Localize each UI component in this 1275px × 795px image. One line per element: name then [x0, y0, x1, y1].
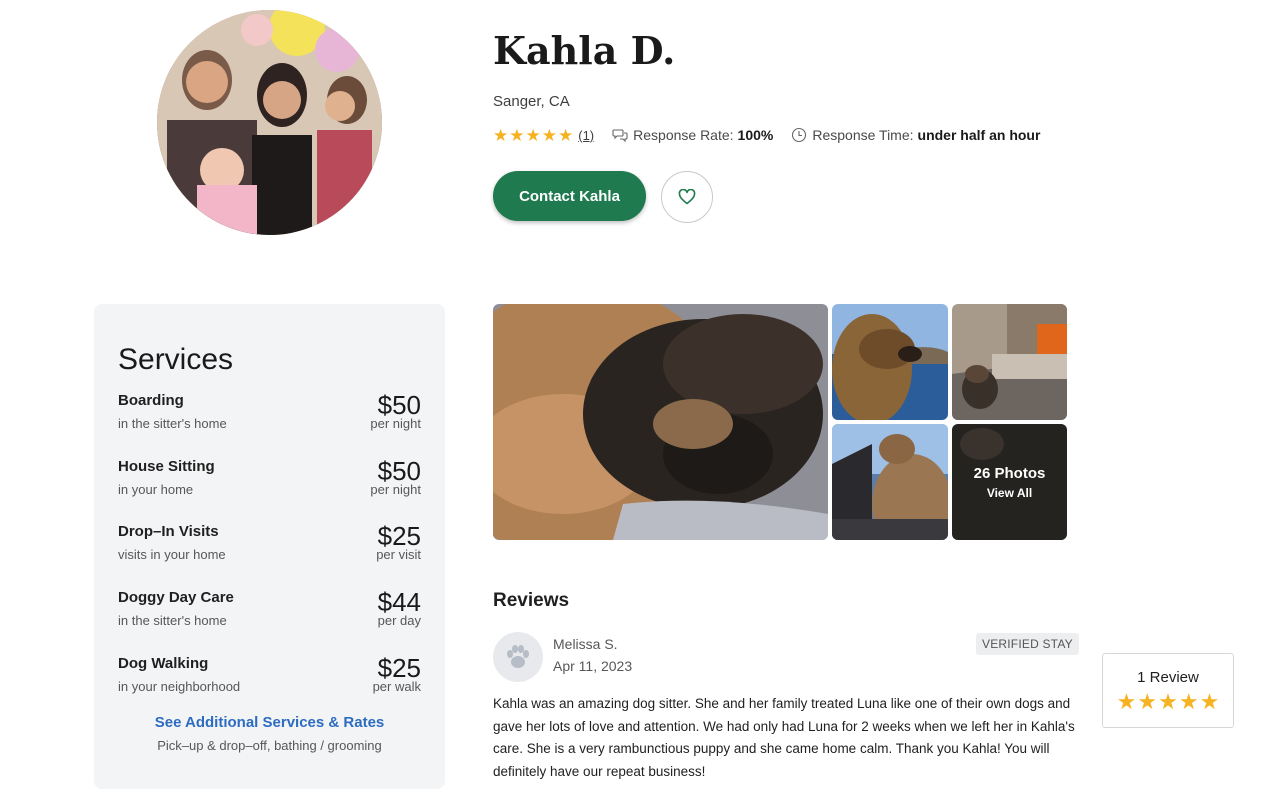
service-description: visits in your home	[118, 547, 226, 562]
review-count-link[interactable]: (1)	[578, 128, 594, 143]
sitter-name: Kahla D.	[493, 28, 676, 73]
dog-by-firepit-photo	[952, 304, 1067, 420]
service-description: in the sitter's home	[118, 613, 227, 628]
response-rate: Response Rate: 100%	[612, 127, 773, 143]
profile-avatar	[157, 10, 382, 235]
star-icon: ★	[1199, 688, 1220, 714]
service-unit: per walk	[372, 679, 421, 694]
reviews-title: Reviews	[493, 590, 570, 611]
service-description: in your neighborhood	[118, 679, 241, 694]
service-description: in your home	[118, 482, 194, 497]
rating-stars: ★ ★ ★ ★ ★	[493, 127, 573, 144]
review-summary-card[interactable]: 1 Review ★ ★ ★ ★ ★	[1102, 653, 1234, 728]
service-name: Doggy Day Care	[118, 589, 234, 606]
profile-meta-row: ★ ★ ★ ★ ★ (1) Response Rate: 100% Respon…	[493, 125, 1040, 145]
services-title: Services	[118, 343, 234, 376]
services-panel: Services Boarding in the sitter's home $…	[94, 304, 445, 789]
sleeping-dogs-photo	[493, 304, 828, 540]
star-icon: ★	[1178, 688, 1199, 714]
service-unit: per day	[377, 613, 421, 628]
gallery-photo-main[interactable]	[493, 304, 828, 540]
photos-count: 26 Photos	[973, 464, 1046, 482]
service-name: Boarding	[118, 392, 184, 409]
dog-in-car-photo	[832, 424, 948, 540]
clock-icon	[792, 127, 807, 143]
star-icon: ★	[1137, 688, 1158, 714]
contact-button[interactable]: Contact Kahla	[493, 171, 646, 221]
view-all-photos-tile[interactable]: 26 Photos View All	[952, 424, 1067, 540]
response-time-label: Response Time:	[812, 127, 914, 143]
gallery-photo-2[interactable]	[832, 304, 948, 420]
photos-overlay: 26 Photos View All	[952, 424, 1067, 540]
service-unit: per night	[370, 416, 421, 431]
star-icon: ★	[509, 125, 525, 145]
gallery-photo-3[interactable]	[952, 304, 1067, 420]
star-icon: ★	[558, 125, 574, 145]
additional-services-description: Pick–up & drop–off, bathing / grooming	[157, 738, 382, 753]
favorite-button[interactable]	[661, 171, 713, 223]
reviewer-avatar	[493, 632, 543, 682]
service-description: in the sitter's home	[118, 416, 227, 431]
paw-icon	[507, 645, 529, 668]
see-additional-services-link[interactable]: See Additional Services & Rates	[94, 714, 445, 731]
review-summary-count: 1 Review	[1137, 668, 1199, 686]
response-rate-label: Response Rate:	[633, 127, 734, 143]
service-name: Drop–In Visits	[118, 523, 219, 540]
gallery-photo-4[interactable]	[832, 424, 948, 540]
review-summary-stars: ★ ★ ★ ★ ★	[1116, 688, 1220, 714]
star-icon: ★	[541, 125, 557, 145]
star-icon: ★	[493, 125, 509, 145]
sitter-location: Sanger, CA	[493, 93, 570, 110]
response-time-value: under half an hour	[917, 127, 1041, 143]
response-time: Response Time: under half an hour	[791, 127, 1040, 143]
family-photo	[157, 10, 382, 235]
service-name: House Sitting	[118, 458, 215, 475]
reviewer-name: Melissa S.	[553, 636, 618, 652]
view-all-link[interactable]: View All	[987, 486, 1032, 500]
service-unit: per visit	[376, 547, 421, 562]
heart-icon	[678, 189, 696, 205]
star-icon: ★	[1116, 688, 1137, 714]
chat-bubbles-icon	[612, 129, 628, 142]
review-date: Apr 11, 2023	[553, 658, 633, 674]
verified-stay-badge: VERIFIED STAY	[976, 633, 1079, 655]
service-unit: per night	[370, 482, 421, 497]
star-icon: ★	[1158, 688, 1178, 714]
star-icon: ★	[525, 125, 541, 145]
response-rate-value: 100%	[737, 127, 774, 143]
service-name: Dog Walking	[118, 655, 209, 672]
review-text: Kahla was an amazing dog sitter. She and…	[493, 696, 1075, 780]
dog-at-lake-photo	[832, 304, 948, 420]
